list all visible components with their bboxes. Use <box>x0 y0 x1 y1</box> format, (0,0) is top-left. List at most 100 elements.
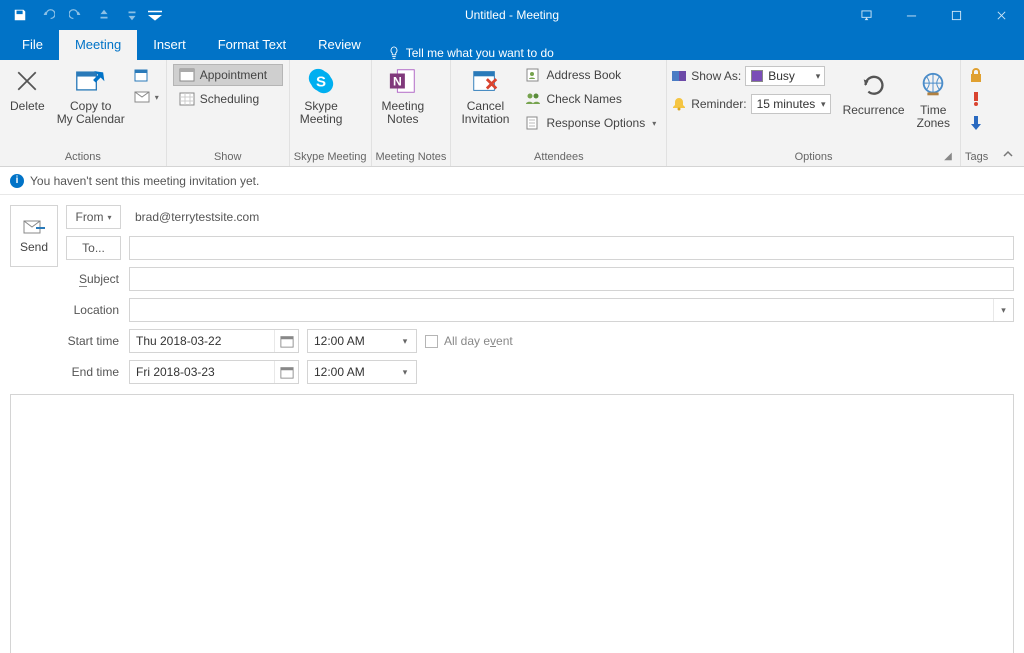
response-options-icon <box>525 115 541 131</box>
location-label: Location <box>66 303 121 317</box>
save-icon[interactable] <box>6 1 34 29</box>
qat-customize-icon[interactable] <box>146 1 164 29</box>
recurrence-icon <box>859 68 889 102</box>
from-button[interactable]: From ▾ <box>66 205 121 229</box>
group-label-options: Options ◢ <box>671 149 956 166</box>
chevron-down-icon[interactable]: ▾ <box>394 336 416 347</box>
from-row: From ▾ brad@terrytestsite.com <box>66 205 1014 229</box>
response-options-button[interactable]: Response Options ▾ <box>519 112 662 134</box>
next-item-icon[interactable] <box>118 1 146 29</box>
svg-text:N: N <box>393 75 402 89</box>
ribbon: Delete Copy toMy Calendar <box>0 60 1024 167</box>
group-options: Show As: Busy ▾ Reminder: 15 minutes ▾ <box>667 60 961 166</box>
chevron-down-icon: ▾ <box>814 71 823 82</box>
tell-me-label: Tell me what you want to do <box>406 46 554 60</box>
to-row: To... <box>66 236 1014 260</box>
window-controls <box>844 0 1024 30</box>
close-icon[interactable] <box>979 0 1024 30</box>
group-label-skype: Skype Meeting <box>294 149 367 166</box>
reminder-label: Reminder: <box>691 97 746 111</box>
calendar-picker-icon[interactable] <box>274 330 298 352</box>
minimize-icon[interactable] <box>889 0 934 30</box>
chevron-down-icon[interactable]: ▾ <box>993 299 1013 321</box>
maximize-icon[interactable] <box>934 0 979 30</box>
start-time-input[interactable]: 12:00 AM ▾ <box>307 329 417 353</box>
show-as-combo[interactable]: Busy ▾ <box>745 66 825 86</box>
copy-to-calendar-icon <box>75 64 107 98</box>
delete-icon <box>13 64 41 98</box>
ribbon-display-icon[interactable] <box>844 0 889 30</box>
body-textarea[interactable] <box>10 394 1014 653</box>
scheduling-button[interactable]: Scheduling <box>173 88 283 110</box>
show-as-label: Show As: <box>691 69 741 83</box>
info-icon: i <box>10 174 24 188</box>
chevron-down-icon: ▾ <box>819 99 828 110</box>
info-bar: i You haven't sent this meeting invitati… <box>0 167 1024 195</box>
low-importance-button[interactable] <box>969 112 983 134</box>
group-tags: Tags <box>961 60 992 166</box>
chevron-down-icon[interactable]: ▾ <box>394 367 416 378</box>
cancel-invitation-button[interactable]: CancelInvitation <box>455 62 515 126</box>
location-row: Location ▾ <box>66 298 1014 322</box>
to-button[interactable]: To... <box>66 236 121 260</box>
tab-meeting[interactable]: Meeting <box>59 30 137 60</box>
to-input[interactable] <box>129 236 1014 260</box>
chevron-down-icon: ▾ <box>107 213 111 222</box>
high-importance-button[interactable] <box>969 88 983 110</box>
tab-insert[interactable]: Insert <box>137 30 202 60</box>
show-as-icon <box>671 68 687 84</box>
time-zones-button[interactable]: TimeZones <box>911 66 956 130</box>
time-zones-icon <box>918 68 948 102</box>
composer: Send From ▾ brad@terrytestsite.com To...… <box>0 195 1024 384</box>
group-show: Appointment Scheduling Show <box>167 60 290 166</box>
address-book-button[interactable]: Address Book <box>519 64 662 86</box>
checkbox-icon <box>425 335 438 348</box>
group-label-notes: Meeting Notes <box>376 149 447 166</box>
send-icon <box>22 218 46 236</box>
tab-format-text[interactable]: Format Text <box>202 30 302 60</box>
envelope-icon <box>134 89 150 105</box>
tell-me[interactable]: Tell me what you want to do <box>377 46 554 60</box>
calendar-picker-icon[interactable] <box>274 361 298 383</box>
tab-file[interactable]: File <box>6 30 59 60</box>
forward-button[interactable] <box>131 64 162 86</box>
delete-button[interactable]: Delete <box>4 62 51 113</box>
group-actions: Delete Copy toMy Calendar <box>0 60 167 166</box>
redo-icon[interactable] <box>62 1 90 29</box>
all-day-checkbox[interactable]: All day event <box>425 334 513 348</box>
group-label-show: Show <box>171 149 285 166</box>
skype-meeting-button[interactable]: S SkypeMeeting <box>294 62 349 126</box>
check-names-icon <box>525 91 541 107</box>
meeting-notes-button[interactable]: N MeetingNotes <box>376 62 431 126</box>
location-combo[interactable]: ▾ <box>129 298 1014 322</box>
quick-access-toolbar <box>0 1 164 29</box>
svg-text:S: S <box>316 74 326 91</box>
group-label-attendees: Attendees <box>455 149 662 166</box>
start-time-row: Start time Thu 2018-03-22 12:00 AM ▾ All… <box>66 329 1014 353</box>
start-date-input[interactable]: Thu 2018-03-22 <box>129 329 299 353</box>
appointment-button[interactable]: Appointment <box>173 64 283 86</box>
arrow-down-icon <box>970 115 982 131</box>
send-button[interactable]: Send <box>10 205 58 267</box>
check-names-button[interactable]: Check Names <box>519 88 662 110</box>
subject-input[interactable] <box>129 267 1014 291</box>
recurrence-button[interactable]: Recurrence <box>837 66 911 117</box>
undo-icon[interactable] <box>34 1 62 29</box>
copy-to-calendar-button[interactable]: Copy toMy Calendar <box>51 62 131 126</box>
group-attendees: CancelInvitation Address Book Check Name… <box>451 60 667 166</box>
collapse-ribbon-icon[interactable] <box>1002 148 1016 162</box>
forward-dropdown[interactable]: ▾ <box>131 86 162 108</box>
end-date-input[interactable]: Fri 2018-03-23 <box>129 360 299 384</box>
private-button[interactable] <box>969 64 983 86</box>
reminder-icon <box>671 96 687 112</box>
exclamation-icon <box>972 91 980 107</box>
group-label-tags: Tags <box>965 149 988 166</box>
dialog-launcher-icon[interactable]: ◢ <box>942 151 954 163</box>
end-time-input[interactable]: 12:00 AM ▾ <box>307 360 417 384</box>
tab-review[interactable]: Review <box>302 30 377 60</box>
start-time-label: Start time <box>66 334 121 348</box>
info-message: You haven't sent this meeting invitation… <box>30 174 259 188</box>
prev-item-icon[interactable] <box>90 1 118 29</box>
reminder-combo[interactable]: 15 minutes ▾ <box>751 94 831 114</box>
location-input[interactable] <box>130 299 993 321</box>
